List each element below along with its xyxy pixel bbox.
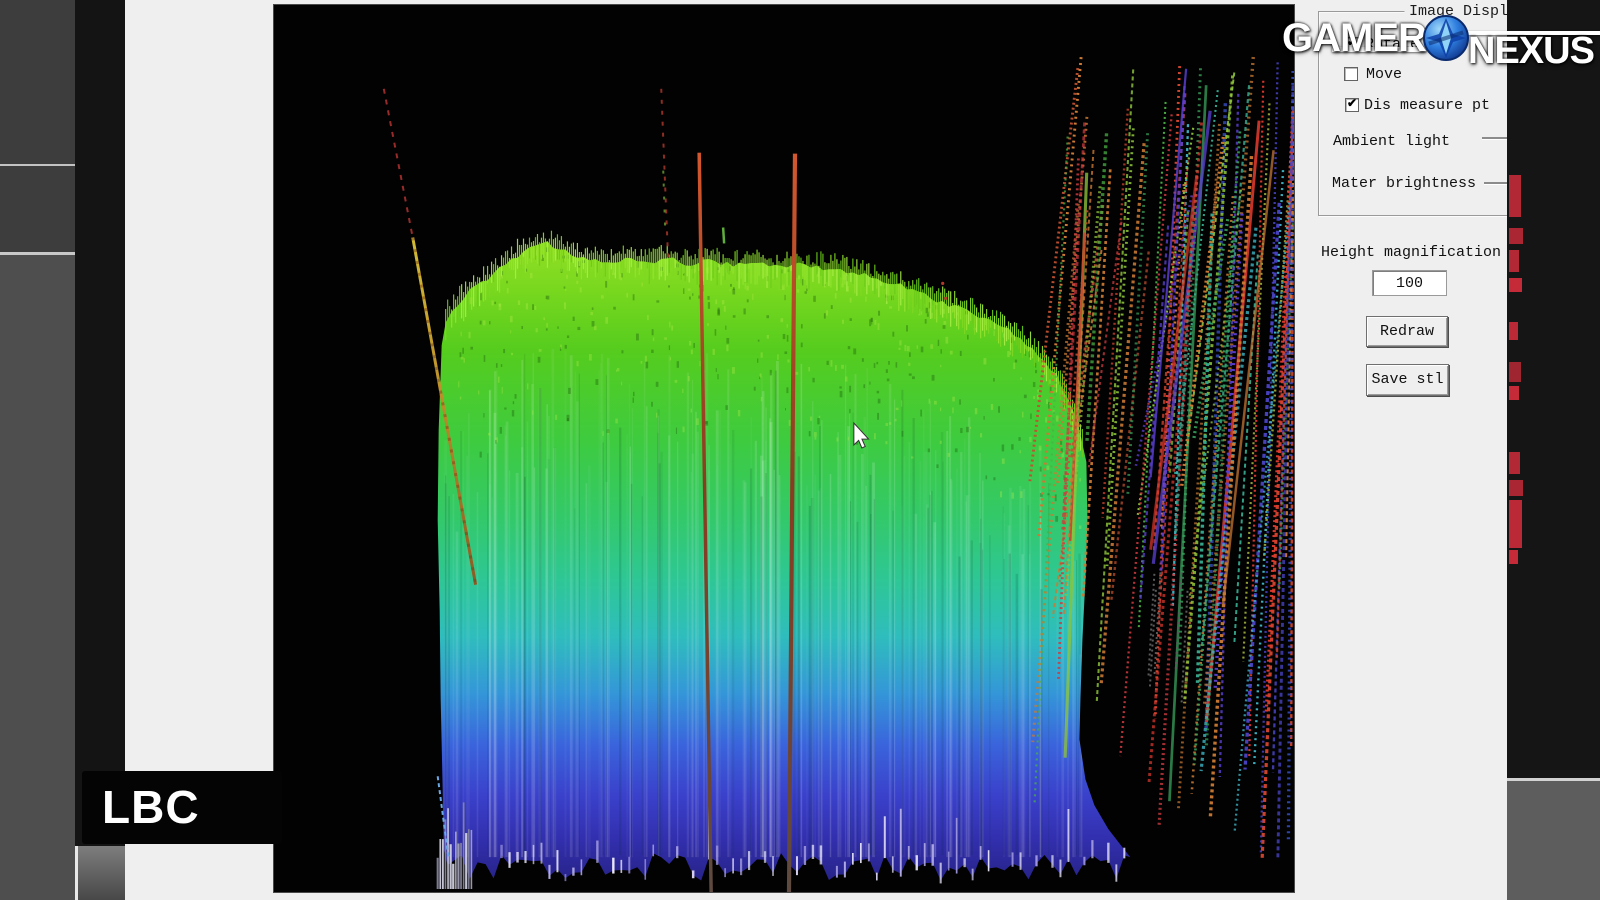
right-edge-gray-strip: [1507, 781, 1600, 900]
dis-measure-pt-checkbox[interactable]: ✔: [1345, 98, 1359, 112]
lbc-badge-label: LBC: [102, 771, 200, 844]
height-magnification-input[interactable]: [1372, 270, 1447, 296]
move-checkbox-label: Move: [1366, 66, 1402, 83]
rotate-checkbox-label: Rotate: [1365, 36, 1419, 53]
background-left-segment-top: [0, 0, 75, 164]
height-magnification-label: Height magnification: [1321, 244, 1501, 261]
background-black-strip: [75, 0, 125, 900]
dis-measure-pt-checkbox-label: Dis measure pt: [1364, 97, 1490, 114]
background-left-column: [0, 0, 75, 900]
redraw-button[interactable]: Redraw: [1366, 316, 1448, 347]
background-gray-block: [78, 846, 125, 900]
background-left-segment-middle: [0, 166, 75, 252]
ambient-light-label: Ambient light: [1333, 133, 1450, 150]
red-vertical-text-fragments: [1507, 0, 1537, 780]
height-map-render: [274, 5, 1294, 892]
app-window: Image Display ✔ Rotate Move ✔ Dis measur…: [125, 0, 1507, 900]
save-stl-button[interactable]: Save stl: [1366, 364, 1449, 396]
background-left-segment-bottom: [0, 255, 75, 900]
mater-brightness-label: Mater brightness: [1332, 175, 1476, 192]
move-checkbox[interactable]: [1344, 67, 1358, 81]
rotate-checkbox[interactable]: ✔: [1345, 37, 1359, 51]
lbc-badge: LBC: [82, 771, 282, 844]
3d-viewport[interactable]: [273, 4, 1295, 893]
